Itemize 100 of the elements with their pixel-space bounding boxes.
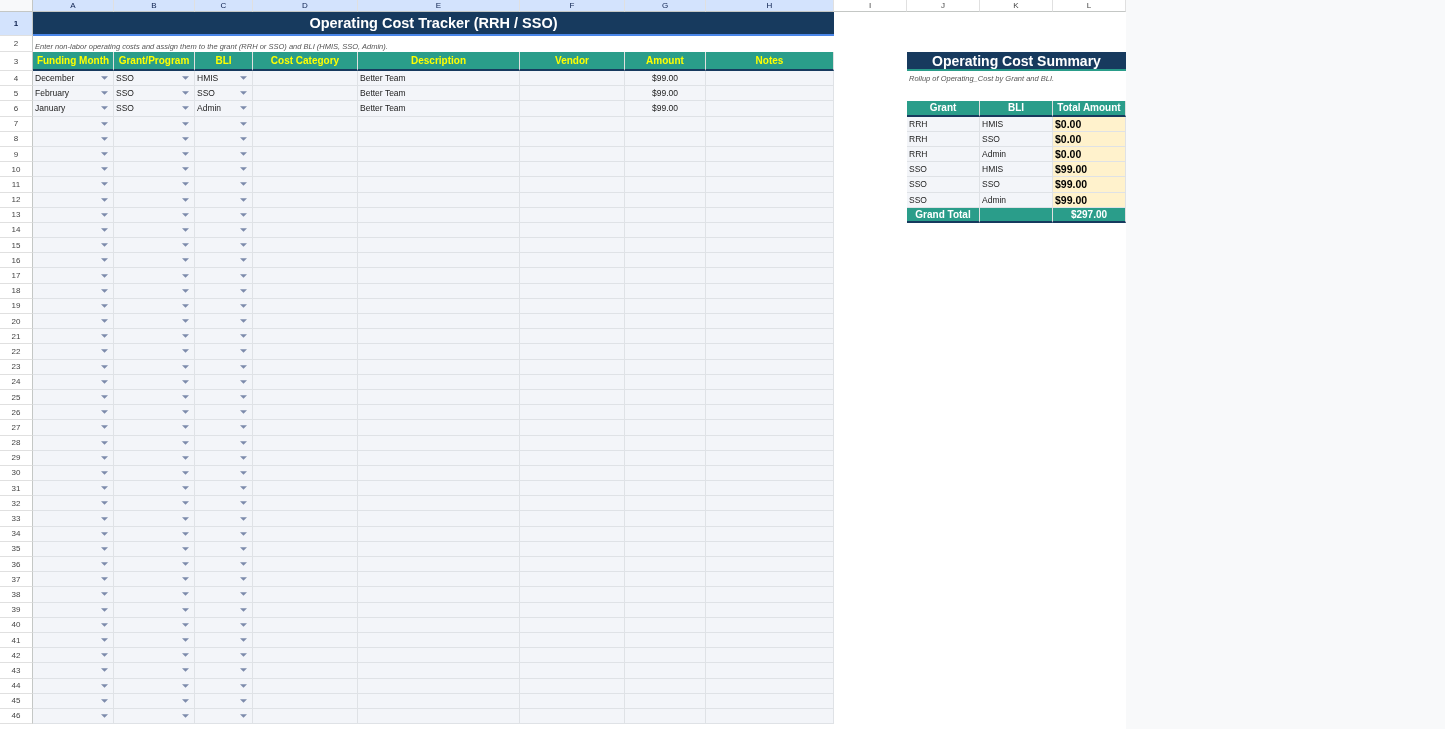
row-number[interactable]: 42 bbox=[0, 648, 33, 664]
column-header[interactable]: I bbox=[834, 0, 907, 12]
dropdown-cell[interactable] bbox=[33, 177, 114, 193]
row-number[interactable]: 17 bbox=[0, 268, 33, 284]
dropdown-cell[interactable] bbox=[114, 420, 195, 436]
dropdown-cell[interactable] bbox=[33, 253, 114, 269]
dropdown-cell[interactable] bbox=[33, 405, 114, 421]
dropdown-cell[interactable] bbox=[114, 572, 195, 588]
row-number[interactable]: 16 bbox=[0, 253, 33, 269]
row-number[interactable]: 5 bbox=[0, 86, 33, 102]
dropdown-cell[interactable] bbox=[114, 557, 195, 573]
row-number[interactable]: 36 bbox=[0, 557, 33, 573]
dropdown-cell[interactable] bbox=[114, 329, 195, 345]
dropdown-cell[interactable] bbox=[195, 238, 253, 254]
row-number[interactable]: 3 bbox=[0, 52, 33, 71]
column-header[interactable]: G bbox=[625, 0, 706, 12]
dropdown-cell[interactable] bbox=[114, 344, 195, 360]
dropdown-cell[interactable] bbox=[195, 344, 253, 360]
row-number[interactable]: 11 bbox=[0, 177, 33, 193]
dropdown-cell[interactable] bbox=[114, 253, 195, 269]
dropdown-cell[interactable]: HMIS bbox=[195, 71, 253, 87]
dropdown-cell[interactable] bbox=[33, 329, 114, 345]
dropdown-cell[interactable] bbox=[114, 511, 195, 527]
dropdown-cell[interactable] bbox=[33, 420, 114, 436]
dropdown-cell[interactable] bbox=[114, 587, 195, 603]
dropdown-cell[interactable] bbox=[195, 557, 253, 573]
dropdown-cell[interactable] bbox=[114, 496, 195, 512]
row-number[interactable]: 10 bbox=[0, 162, 33, 178]
dropdown-cell[interactable] bbox=[33, 344, 114, 360]
dropdown-cell[interactable] bbox=[195, 511, 253, 527]
dropdown-cell[interactable] bbox=[195, 587, 253, 603]
dropdown-cell[interactable] bbox=[114, 405, 195, 421]
dropdown-cell[interactable] bbox=[114, 162, 195, 178]
dropdown-cell[interactable]: December bbox=[33, 71, 114, 87]
row-number[interactable]: 38 bbox=[0, 587, 33, 603]
dropdown-cell[interactable] bbox=[195, 572, 253, 588]
dropdown-cell[interactable] bbox=[195, 496, 253, 512]
dropdown-cell[interactable]: SSO bbox=[114, 86, 195, 102]
dropdown-cell[interactable] bbox=[33, 481, 114, 497]
dropdown-cell[interactable] bbox=[114, 238, 195, 254]
dropdown-cell[interactable] bbox=[114, 648, 195, 664]
dropdown-cell[interactable] bbox=[33, 663, 114, 679]
column-header[interactable]: J bbox=[907, 0, 980, 12]
row-number[interactable]: 15 bbox=[0, 238, 33, 254]
row-number[interactable]: 37 bbox=[0, 572, 33, 588]
row-number[interactable]: 27 bbox=[0, 420, 33, 436]
dropdown-cell[interactable] bbox=[33, 268, 114, 284]
row-number[interactable]: 33 bbox=[0, 511, 33, 527]
column-header[interactable]: E bbox=[358, 0, 520, 12]
row-number[interactable]: 43 bbox=[0, 663, 33, 679]
dropdown-cell[interactable] bbox=[195, 405, 253, 421]
dropdown-cell[interactable] bbox=[195, 162, 253, 178]
dropdown-cell[interactable] bbox=[114, 268, 195, 284]
row-number[interactable]: 1 bbox=[0, 12, 33, 36]
dropdown-cell[interactable] bbox=[195, 268, 253, 284]
column-header[interactable]: K bbox=[980, 0, 1053, 12]
dropdown-cell[interactable] bbox=[195, 329, 253, 345]
column-header[interactable]: B bbox=[114, 0, 195, 12]
column-header[interactable]: F bbox=[520, 0, 625, 12]
dropdown-cell[interactable]: SSO bbox=[114, 71, 195, 87]
dropdown-cell[interactable] bbox=[195, 663, 253, 679]
column-header[interactable]: H bbox=[706, 0, 834, 12]
row-number[interactable]: 20 bbox=[0, 314, 33, 330]
dropdown-cell[interactable] bbox=[114, 663, 195, 679]
dropdown-cell[interactable] bbox=[33, 162, 114, 178]
dropdown-cell[interactable] bbox=[33, 238, 114, 254]
dropdown-cell[interactable] bbox=[195, 648, 253, 664]
dropdown-cell[interactable] bbox=[195, 420, 253, 436]
dropdown-cell[interactable] bbox=[195, 253, 253, 269]
dropdown-cell[interactable]: SSO bbox=[195, 86, 253, 102]
row-number[interactable]: 6 bbox=[0, 101, 33, 117]
dropdown-cell[interactable]: January bbox=[33, 101, 114, 117]
dropdown-cell[interactable] bbox=[114, 481, 195, 497]
row-number[interactable]: 26 bbox=[0, 405, 33, 421]
dropdown-cell[interactable] bbox=[33, 557, 114, 573]
dropdown-cell[interactable] bbox=[33, 314, 114, 330]
row-number[interactable]: 4 bbox=[0, 71, 33, 87]
dropdown-cell[interactable] bbox=[33, 648, 114, 664]
row-number[interactable]: 21 bbox=[0, 329, 33, 345]
dropdown-cell[interactable] bbox=[195, 177, 253, 193]
dropdown-cell[interactable] bbox=[33, 496, 114, 512]
column-header[interactable]: L bbox=[1053, 0, 1126, 12]
dropdown-cell[interactable] bbox=[114, 177, 195, 193]
dropdown-cell[interactable] bbox=[33, 511, 114, 527]
row-number[interactable]: 22 bbox=[0, 344, 33, 360]
column-header[interactable]: D bbox=[253, 0, 358, 12]
dropdown-cell[interactable] bbox=[114, 314, 195, 330]
dropdown-cell[interactable] bbox=[195, 481, 253, 497]
dropdown-cell[interactable]: Admin bbox=[195, 101, 253, 117]
dropdown-cell[interactable]: SSO bbox=[114, 101, 195, 117]
dropdown-cell[interactable] bbox=[33, 587, 114, 603]
dropdown-cell[interactable] bbox=[33, 572, 114, 588]
column-header[interactable]: C bbox=[195, 0, 253, 12]
row-number[interactable]: 2 bbox=[0, 36, 33, 52]
select-all-corner[interactable] bbox=[0, 0, 33, 12]
dropdown-cell[interactable]: February bbox=[33, 86, 114, 102]
dropdown-cell[interactable] bbox=[195, 314, 253, 330]
row-number[interactable]: 32 bbox=[0, 496, 33, 512]
column-header[interactable]: A bbox=[33, 0, 114, 12]
row-number[interactable]: 31 bbox=[0, 481, 33, 497]
